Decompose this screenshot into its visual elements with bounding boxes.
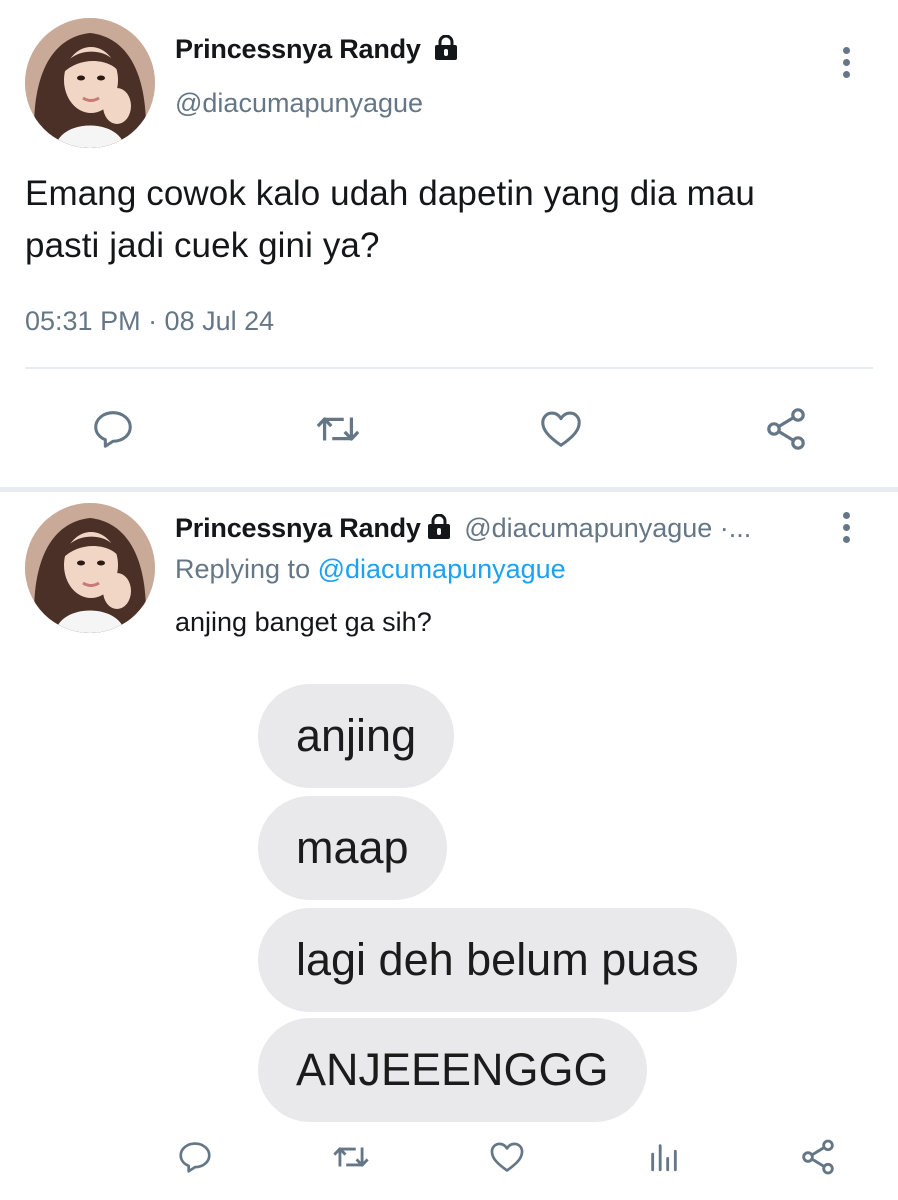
avatar-photo — [25, 18, 155, 148]
share-icon — [802, 1139, 834, 1175]
chat-bubble: lagi deh belum puas — [258, 908, 737, 1012]
display-name-text: Princessnya Randy — [175, 34, 421, 64]
display-name[interactable]: Princessnya Randy — [175, 34, 458, 65]
more-options-icon[interactable] — [832, 40, 860, 84]
retweet-button[interactable] — [310, 404, 366, 454]
reply-icon — [179, 1142, 211, 1173]
handle[interactable]: @diacumapunyague — [175, 88, 423, 119]
reply-display-name[interactable]: Princessnya Randy — [175, 513, 421, 543]
reply-button[interactable] — [88, 404, 138, 454]
heart-icon — [490, 1142, 524, 1172]
lock-icon — [435, 35, 458, 60]
views-button[interactable] — [644, 1134, 684, 1180]
like-button[interactable] — [536, 404, 586, 454]
retweet-icon — [333, 1147, 369, 1167]
avatar[interactable] — [25, 18, 155, 148]
replying-to: Replying to @diacumapunyague — [175, 554, 566, 585]
share-icon — [767, 408, 805, 450]
reply-icon — [94, 411, 132, 448]
reply-text: anjing banget ga sih? — [175, 607, 432, 637]
avatar-photo — [25, 503, 155, 633]
media-image[interactable]: anjing maap lagi deh belum puas ANJEEENG… — [250, 662, 850, 1122]
reply-more-options-icon[interactable] — [832, 505, 860, 549]
section-separator — [0, 487, 898, 492]
chat-bubble: ANJEEENGGG — [258, 1018, 647, 1122]
reply-share-button[interactable] — [796, 1134, 840, 1180]
reply-avatar[interactable] — [25, 503, 155, 633]
divider — [25, 367, 873, 369]
heart-icon — [541, 411, 581, 447]
chat-bubble: anjing — [258, 684, 455, 788]
reply-handle[interactable]: @diacumapunyague ·... — [464, 513, 751, 543]
retweet-icon — [316, 417, 360, 441]
chat-bubble: maap — [258, 796, 447, 900]
reply-header: Princessnya Randy @diacumapunyague ·... — [175, 513, 751, 544]
reply-reply-button[interactable] — [175, 1134, 215, 1180]
tweet-text-line: pasti jadi cuek gini ya? — [25, 226, 380, 265]
tweet-text-line: Emang cowok kalo udah dapetin yang dia m… — [25, 174, 755, 213]
share-button[interactable] — [760, 404, 812, 454]
tweet-text: Emang cowok kalo udah dapetin yang dia m… — [25, 168, 875, 272]
lock-icon — [427, 514, 450, 539]
timestamp[interactable]: 05:31 PM · 08 Jul 24 — [25, 306, 274, 337]
replying-to-label: Replying to — [175, 554, 311, 584]
reply-like-button[interactable] — [486, 1134, 528, 1180]
replying-to-link[interactable]: @diacumapunyague — [318, 554, 566, 584]
reply-retweet-button[interactable] — [328, 1134, 374, 1180]
views-icon — [651, 1144, 677, 1172]
